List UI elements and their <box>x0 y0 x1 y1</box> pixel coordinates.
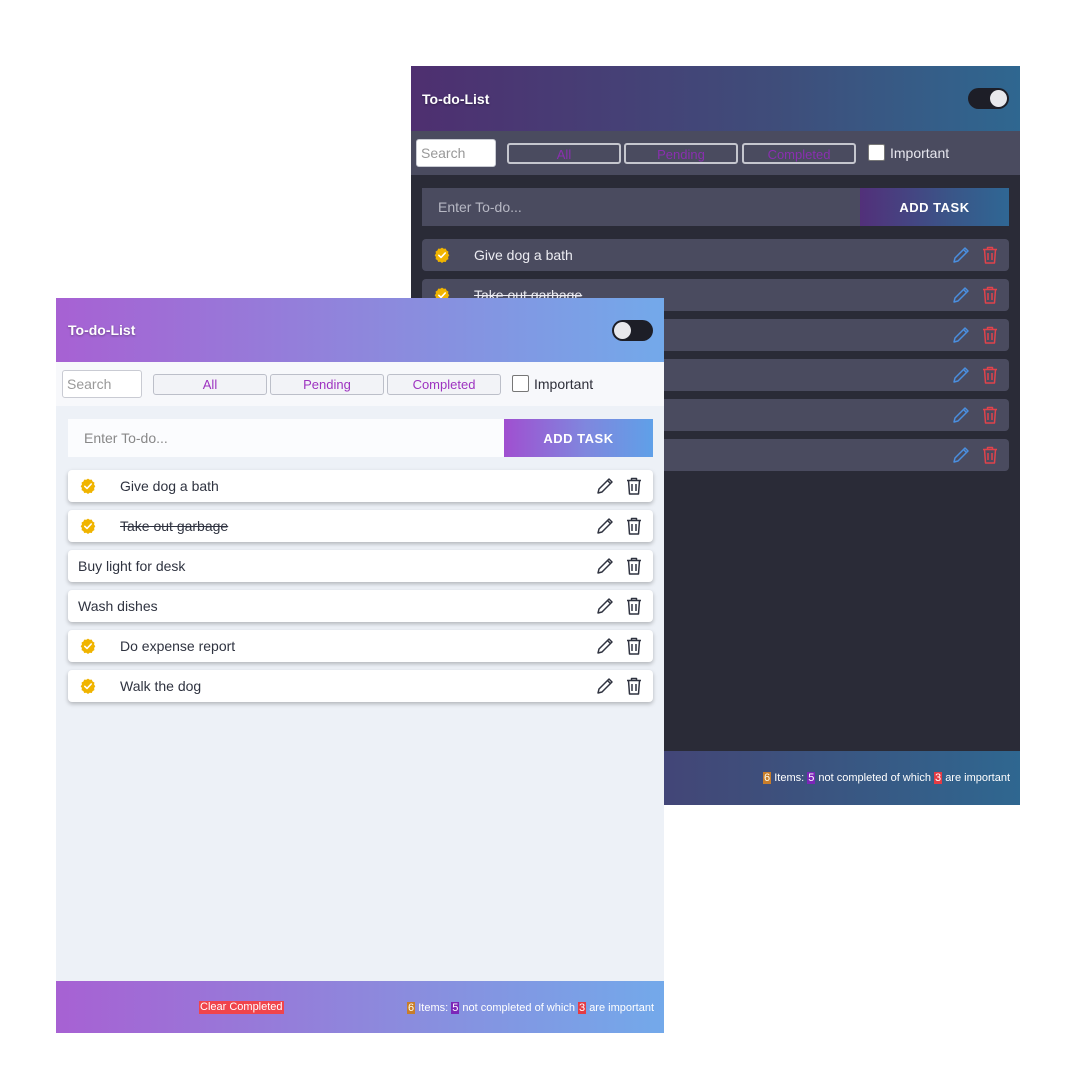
todo-item[interactable]: Give dog a bath <box>68 470 653 502</box>
filter-pending-button[interactable]: Pending <box>270 374 384 395</box>
edit-pencil-icon[interactable] <box>595 676 615 696</box>
important-label: Important <box>534 375 594 392</box>
item-stats: 6 Items: 5 not completed of which 3 are … <box>763 772 1010 784</box>
important-badge-icon[interactable] <box>80 678 96 694</box>
toggle-knob <box>990 90 1007 107</box>
important-count-label: are important <box>945 772 1010 784</box>
todo-item[interactable]: Do expense report <box>68 630 653 662</box>
important-filter[interactable]: Important <box>868 144 949 161</box>
delete-trash-icon[interactable] <box>981 285 999 305</box>
add-todo-row: ADD TASK <box>68 419 653 457</box>
app-title: To-do-List <box>68 322 136 338</box>
edit-pencil-icon[interactable] <box>595 636 615 656</box>
todo-input[interactable] <box>422 188 860 226</box>
important-badge-icon[interactable] <box>80 478 96 494</box>
delete-trash-icon[interactable] <box>625 676 643 696</box>
pending-count: 5 <box>807 772 816 784</box>
add-todo-row: ADD TASK <box>422 188 1009 226</box>
todo-text: Do expense report <box>120 638 236 654</box>
important-count-label: are important <box>589 1002 654 1014</box>
todo-item[interactable]: Give dog a bath <box>422 239 1009 271</box>
total-count: 6 <box>763 772 772 784</box>
filter-completed-button[interactable]: Completed <box>387 374 501 395</box>
edit-pencil-icon[interactable] <box>951 285 971 305</box>
filter-all-button[interactable]: All <box>507 143 621 164</box>
pending-label: not completed of which <box>818 772 931 784</box>
important-label: Important <box>890 144 950 161</box>
todo-item[interactable]: Walk the dog <box>68 670 653 702</box>
todo-item[interactable]: Take out garbage <box>68 510 653 542</box>
important-checkbox[interactable] <box>868 144 885 161</box>
app-title: To-do-List <box>422 91 490 107</box>
item-stats: 6 Items: 5 not completed of which 3 are … <box>407 1002 654 1014</box>
delete-trash-icon[interactable] <box>625 476 643 496</box>
add-task-button[interactable]: ADD TASK <box>860 188 1009 226</box>
theme-toggle[interactable] <box>968 88 1009 109</box>
filter-all-button[interactable]: All <box>153 374 267 395</box>
app-footer: Clear Completed 6 Items: 5 not completed… <box>56 981 664 1033</box>
pending-count: 5 <box>451 1002 460 1014</box>
theme-toggle[interactable] <box>612 320 653 341</box>
todo-text: Take out garbage <box>120 518 229 534</box>
toggle-knob <box>614 322 631 339</box>
todo-text: Give dog a bath <box>474 247 573 263</box>
delete-trash-icon[interactable] <box>981 325 999 345</box>
pending-label: not completed of which <box>462 1002 575 1014</box>
filter-bar: All Pending Completed Important <box>56 362 664 406</box>
important-badge-icon[interactable] <box>80 518 96 534</box>
todo-text: Buy light for desk <box>78 558 186 574</box>
delete-trash-icon[interactable] <box>981 445 999 465</box>
delete-trash-icon[interactable] <box>981 405 999 425</box>
important-badge-icon[interactable] <box>80 638 96 654</box>
delete-trash-icon[interactable] <box>625 636 643 656</box>
edit-pencil-icon[interactable] <box>951 325 971 345</box>
edit-pencil-icon[interactable] <box>595 476 615 496</box>
important-checkbox[interactable] <box>512 375 529 392</box>
todo-item[interactable]: Buy light for desk <box>68 550 653 582</box>
search-input[interactable] <box>62 370 142 398</box>
edit-pencil-icon[interactable] <box>595 516 615 536</box>
edit-pencil-icon[interactable] <box>595 556 615 576</box>
delete-trash-icon[interactable] <box>981 245 999 265</box>
delete-trash-icon[interactable] <box>625 556 643 576</box>
edit-pencil-icon[interactable] <box>951 365 971 385</box>
important-filter[interactable]: Important <box>512 375 593 392</box>
app-header: To-do-List <box>411 66 1020 131</box>
todo-text: Give dog a bath <box>120 478 219 494</box>
important-badge-icon[interactable] <box>434 247 450 263</box>
search-input[interactable] <box>416 139 496 167</box>
items-label: Items: <box>774 772 805 784</box>
important-count: 3 <box>578 1002 587 1014</box>
total-count: 6 <box>407 1002 416 1014</box>
edit-pencil-icon[interactable] <box>951 445 971 465</box>
delete-trash-icon[interactable] <box>981 365 999 385</box>
edit-pencil-icon[interactable] <box>951 245 971 265</box>
app-header: To-do-List <box>56 298 664 362</box>
todo-text: Wash dishes <box>78 598 158 614</box>
light-theme-app: To-do-List All Pending Completed Importa… <box>56 298 664 1033</box>
delete-trash-icon[interactable] <box>625 516 643 536</box>
filter-bar: All Pending Completed Important <box>411 131 1020 175</box>
filter-completed-button[interactable]: Completed <box>742 143 856 164</box>
todo-list: Give dog a bath Take out garbage Buy light… <box>68 470 653 710</box>
items-label: Items: <box>418 1002 449 1014</box>
filter-pending-button[interactable]: Pending <box>624 143 738 164</box>
todo-input[interactable] <box>68 419 504 457</box>
todo-text: Walk the dog <box>120 678 202 694</box>
add-task-button[interactable]: ADD TASK <box>504 419 653 457</box>
clear-completed-button[interactable]: Clear Completed <box>199 1001 284 1014</box>
todo-item[interactable]: Wash dishes <box>68 590 653 622</box>
delete-trash-icon[interactable] <box>625 596 643 616</box>
important-count: 3 <box>934 772 943 784</box>
edit-pencil-icon[interactable] <box>951 405 971 425</box>
edit-pencil-icon[interactable] <box>595 596 615 616</box>
